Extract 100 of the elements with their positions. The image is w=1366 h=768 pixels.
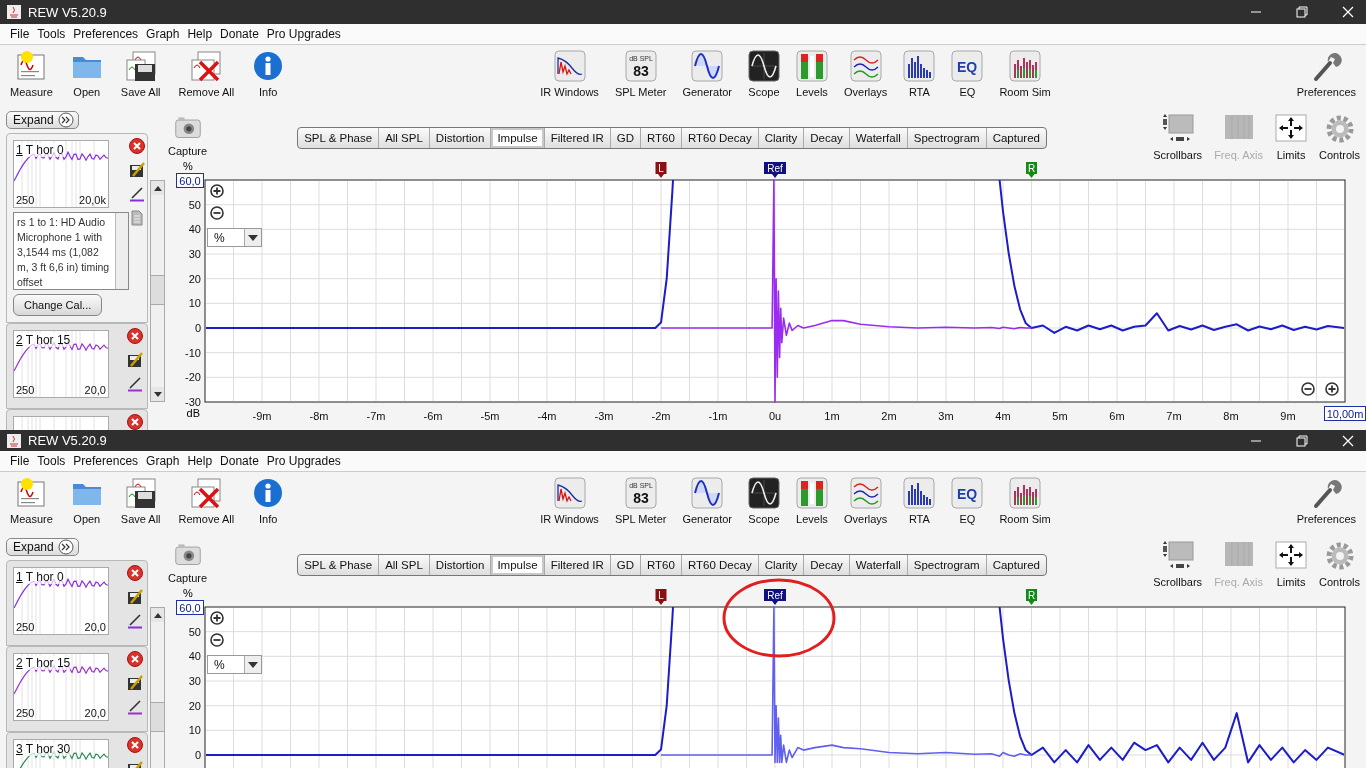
preferences-button[interactable]: Preferences	[1294, 477, 1358, 525]
graph-tab[interactable]: RT60	[641, 128, 682, 148]
menu-item[interactable]: Donate	[220, 27, 259, 41]
menu-item[interactable]: Help	[187, 454, 213, 468]
cursor-marker[interactable]: Ref	[764, 589, 786, 605]
expand-button[interactable]: Expand	[6, 538, 79, 556]
graph-tab[interactable]: Spectrogram	[907, 128, 987, 148]
graph-tab[interactable]: Clarity	[758, 128, 805, 148]
graph-tab[interactable]: All SPL	[379, 555, 430, 575]
overlays-button[interactable]: Overlays	[841, 477, 890, 525]
rta-button[interactable]: RTA	[901, 50, 938, 98]
measure-button[interactable]: Measure	[8, 50, 55, 98]
graph-tab[interactable]: Filtered IR	[544, 555, 611, 575]
graph-tab[interactable]: Decay	[804, 555, 850, 575]
change-cal-button[interactable]: Change Cal...	[13, 294, 103, 316]
axis-label: 4m	[994, 409, 1012, 423]
eq-button[interactable]: EQ EQ	[949, 50, 986, 98]
notes-field[interactable]: rs 1 to 1: HD Audio Microphone 1 with 3,1544 ms (1,082 m, 3 ft 6,6 in) timing offset	[13, 212, 129, 290]
graph-tab[interactable]: Waterfall	[849, 555, 908, 575]
unit-dropdown[interactable]: %	[207, 655, 262, 674]
save-button[interactable]: Save All	[118, 50, 163, 98]
axis-limit-field[interactable]: 10,00m	[1324, 406, 1366, 421]
scope-button[interactable]: Scope	[745, 477, 782, 525]
menu-item[interactable]: File	[10, 454, 30, 468]
menu-item[interactable]: Help	[187, 27, 213, 41]
graph-tab[interactable]: Impulse	[491, 555, 545, 575]
menu-item[interactable]: Donate	[220, 454, 259, 468]
levels-button[interactable]: Levels	[793, 50, 830, 98]
menu-item[interactable]: Preferences	[73, 27, 139, 41]
menu-item[interactable]: Pro Upgrades	[266, 27, 341, 41]
measurement-card[interactable]: 2 T hor 15 250 20,0	[6, 646, 148, 732]
cursor-marker[interactable]: R	[1026, 589, 1037, 605]
menu-item[interactable]: Pro Upgrades	[266, 454, 341, 468]
cursor-marker[interactable]: L	[655, 162, 667, 178]
axis-label: 3m	[937, 409, 955, 423]
graph-tab[interactable]: RT60 Decay	[681, 555, 759, 575]
overlays-button[interactable]: Overlays	[841, 50, 890, 98]
measurement-card[interactable]: 2 T hor 15 250 20,0	[6, 323, 148, 409]
cursor-marker[interactable]: Ref	[764, 162, 786, 178]
axis-label: -6m	[422, 409, 444, 423]
graph-tab[interactable]: All SPL	[379, 128, 430, 148]
scrollbars-button[interactable]: Scrollbars	[1151, 113, 1205, 161]
graph-tab[interactable]: Captured	[986, 128, 1046, 148]
measurement-card[interactable]: 1 T hor 0 250 20,0k rs 1 to 1: HD Audio Microphone 1 with 3,1544 ms (1,082 m, 3 ft 6,6 in) timing offset Change Cal...	[6, 133, 148, 323]
capture-button[interactable]: Capture	[166, 540, 210, 584]
ir-button[interactable]: IR Windows	[538, 50, 601, 98]
graph-tab[interactable]: Filtered IR	[544, 128, 611, 148]
controls-button[interactable]: Controls	[1317, 540, 1362, 588]
remove-button[interactable]: Remove All	[176, 477, 237, 525]
menu-item[interactable]: Tools	[37, 27, 66, 41]
eq-button[interactable]: EQ EQ	[949, 477, 986, 525]
menu-item[interactable]: Graph	[146, 27, 180, 41]
graph-tab[interactable]: Clarity	[758, 555, 805, 575]
graph-tab[interactable]: Decay	[804, 128, 850, 148]
menu-item[interactable]: Preferences	[73, 454, 139, 468]
limits-button[interactable]: Limits	[1273, 113, 1310, 161]
axis-label: -8m	[308, 409, 330, 423]
save-button[interactable]: Save All	[118, 477, 163, 525]
menu-item[interactable]: Graph	[146, 454, 180, 468]
levels-button[interactable]: Levels	[793, 477, 830, 525]
axis-limit-field[interactable]: 60,0	[176, 173, 204, 188]
info-button[interactable]: Info	[250, 477, 287, 525]
graph-tab[interactable]: RT60 Decay	[681, 128, 759, 148]
roomsim-button[interactable]: Room Sim	[997, 50, 1053, 98]
ir-button[interactable]: IR Windows	[538, 477, 601, 525]
graph-tab[interactable]: Impulse	[491, 128, 545, 148]
axis-label: 250	[16, 707, 35, 719]
measurement-card[interactable]: 1 T hor 0 250 20,0	[6, 560, 148, 646]
roomsim-button[interactable]: Room Sim	[997, 477, 1053, 525]
unit-dropdown[interactable]: %	[207, 228, 262, 247]
graph-tab[interactable]: Spectrogram	[907, 555, 987, 575]
measurement-name: 2 T hor 15	[16, 333, 71, 347]
generator-button[interactable]: Generator	[680, 50, 734, 98]
scope-button[interactable]: Scope	[745, 50, 782, 98]
graph-tab[interactable]: SPL & Phase	[298, 128, 380, 148]
graph-tab[interactable]: Captured	[986, 555, 1046, 575]
graph-tab[interactable]: SPL & Phase	[298, 555, 380, 575]
generator-button[interactable]: Generator	[680, 477, 734, 525]
rta-button[interactable]: RTA	[901, 477, 938, 525]
open-button[interactable]: Open	[68, 477, 105, 525]
cursor-marker[interactable]: R	[1026, 162, 1037, 178]
graph-tab[interactable]: GD	[610, 555, 641, 575]
scrollbars-button[interactable]: Scrollbars	[1151, 540, 1205, 588]
measurement-card[interactable]: 3 T hor 30	[6, 732, 148, 768]
graph-tab[interactable]: Waterfall	[849, 128, 908, 148]
info-button[interactable]: Info	[250, 50, 287, 98]
limits-button[interactable]: Limits	[1273, 540, 1310, 588]
menu-item[interactable]: File	[10, 27, 30, 41]
measure-button[interactable]: Measure	[8, 477, 55, 525]
preferences-button[interactable]: Preferences	[1294, 50, 1358, 98]
expand-button[interactable]: Expand	[6, 111, 79, 129]
cursor-marker[interactable]: L	[655, 589, 667, 605]
open-button[interactable]: Open	[68, 50, 105, 98]
controls-button[interactable]: Controls	[1317, 113, 1362, 161]
remove-button[interactable]: Remove All	[176, 50, 237, 98]
menu-item[interactable]: Tools	[37, 454, 66, 468]
graph-tab[interactable]: GD	[610, 128, 641, 148]
graph-tab[interactable]: RT60	[641, 555, 682, 575]
axis-limit-field[interactable]: 60,0	[176, 600, 204, 615]
capture-button[interactable]: Capture	[166, 113, 210, 157]
